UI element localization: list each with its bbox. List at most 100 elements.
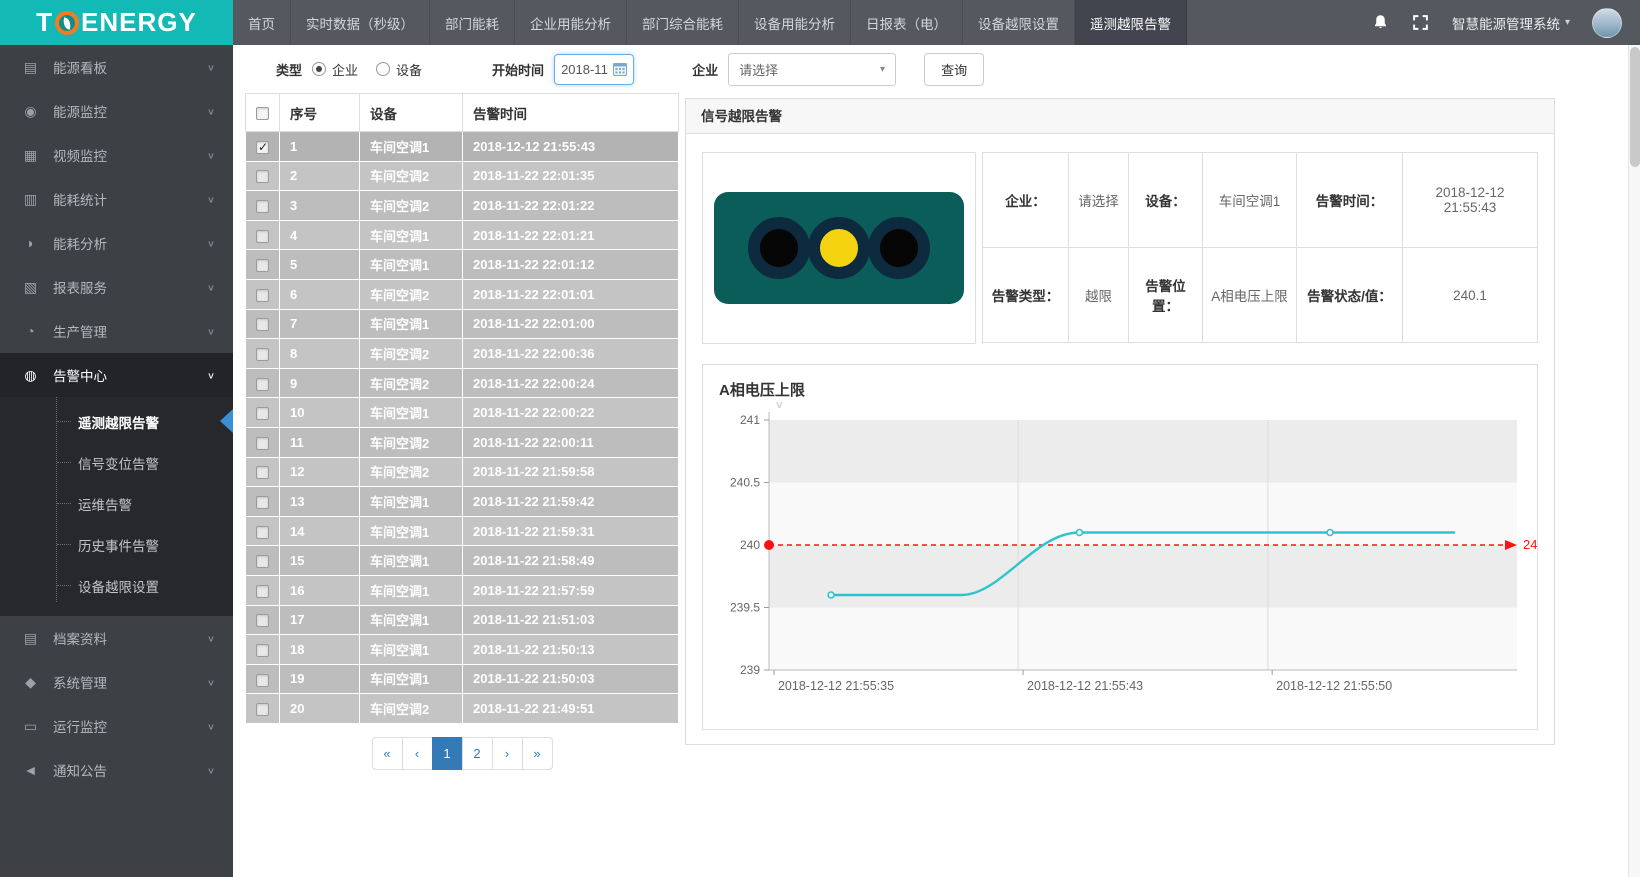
page-button-‹[interactable]: ‹ — [402, 737, 433, 770]
bell-icon[interactable] — [1372, 14, 1390, 32]
table-row[interactable]: 3车间空调22018-11-22 22:01:22 — [246, 191, 679, 221]
sidebar-item-能耗统计[interactable]: ▥能耗统计∨ — [0, 177, 233, 221]
table-row[interactable]: 5车间空调12018-11-22 22:01:12 — [246, 250, 679, 280]
table-row[interactable]: 9车间空调22018-11-22 22:00:24 — [246, 368, 679, 398]
type-radio-设备[interactable]: 设备 — [376, 60, 422, 79]
table-row[interactable]: 10车间空调12018-11-22 22:00:22 — [246, 398, 679, 428]
row-checkbox[interactable] — [256, 526, 269, 539]
sidebar-subitem-设备越限设置[interactable]: 设备越限设置 — [0, 565, 233, 606]
row-checkbox[interactable] — [256, 496, 269, 509]
table-row[interactable]: 11车间空调22018-11-22 22:00:11 — [246, 427, 679, 457]
table-row[interactable]: 15车间空调12018-11-22 21:58:49 — [246, 546, 679, 576]
page-button-1[interactable]: 1 — [432, 737, 463, 770]
nav-item-部门综合能耗[interactable]: 部门综合能耗 — [627, 0, 739, 45]
type-radio-企业[interactable]: 企业 — [312, 60, 358, 79]
row-checkbox[interactable] — [256, 585, 269, 598]
sidebar-subitem-运维告警[interactable]: 运维告警 — [0, 483, 233, 524]
nav-item-企业用能分析[interactable]: 企业用能分析 — [515, 0, 627, 45]
row-checkbox[interactable] — [256, 555, 269, 568]
table-row[interactable]: 13车间空调12018-11-22 21:59:42 — [246, 487, 679, 517]
row-checkbox[interactable] — [256, 674, 269, 687]
page-button-»[interactable]: » — [522, 737, 553, 770]
sidebar-item-报表服务[interactable]: ▧报表服务∨ — [0, 265, 233, 309]
user-avatar[interactable] — [1592, 8, 1622, 38]
query-button[interactable]: 查询 — [924, 53, 984, 86]
nav-item-首页[interactable]: 首页 — [233, 0, 291, 45]
row-checkbox[interactable] — [256, 644, 269, 657]
row-checkbox-checked[interactable] — [256, 141, 269, 154]
page-button-«[interactable]: « — [372, 737, 403, 770]
bell-icon: ◍ — [22, 367, 39, 384]
row-checkbox[interactable] — [256, 170, 269, 183]
row-checkbox[interactable] — [256, 200, 269, 213]
table-row[interactable]: 1车间空调12018-12-12 21:55:43 — [246, 132, 679, 162]
chevron-down-icon: ∨ — [207, 194, 215, 204]
chevron-down-icon: ∨ — [207, 326, 215, 336]
page-button-2[interactable]: 2 — [462, 737, 493, 770]
active-item-arrow-icon — [220, 409, 233, 433]
sidebar-item-运行监控[interactable]: ▭运行监控∨ — [0, 704, 233, 748]
sidebar-item-生产管理[interactable]: ◔生产管理∨ — [0, 309, 233, 353]
select-all-checkbox[interactable] — [256, 107, 269, 120]
row-checkbox[interactable] — [256, 259, 269, 272]
sidebar-item-能源看板[interactable]: ▤能源看板∨ — [0, 45, 233, 89]
nav-item-设备用能分析[interactable]: 设备用能分析 — [739, 0, 851, 45]
sidebar-subitem-遥测越限告警[interactable]: 遥测越限告警 — [0, 401, 233, 442]
row-device-cell: 车间空调1 — [360, 635, 463, 665]
chevron-down-icon: ∨ — [207, 106, 215, 116]
table-row[interactable]: 12车间空调22018-11-22 21:59:58 — [246, 457, 679, 487]
nav-item-设备越限设置[interactable]: 设备越限设置 — [963, 0, 1075, 45]
row-checkbox[interactable] — [256, 437, 269, 450]
table-row[interactable]: 2车间空调22018-11-22 22:01:35 — [246, 161, 679, 191]
table-row[interactable]: 14车间空调12018-11-22 21:59:31 — [246, 516, 679, 546]
sidebar-subitem-历史事件告警[interactable]: 历史事件告警 — [0, 524, 233, 565]
row-checkbox[interactable] — [256, 289, 269, 302]
scrollbar-thumb[interactable] — [1630, 47, 1640, 167]
nav-item-部门能耗[interactable]: 部门能耗 — [430, 0, 515, 45]
row-checkbox[interactable] — [256, 614, 269, 627]
sidebar-item-视频监控[interactable]: ▦视频监控∨ — [0, 133, 233, 177]
row-no-cell: 13 — [280, 487, 360, 517]
row-device-cell: 车间空调1 — [360, 250, 463, 280]
row-checkbox[interactable] — [256, 378, 269, 391]
sidebar-item-label: 系统管理 — [53, 672, 207, 692]
table-row[interactable]: 7车间空调12018-11-22 22:01:00 — [246, 309, 679, 339]
fullscreen-icon[interactable] — [1412, 14, 1430, 32]
page-button-›[interactable]: › — [492, 737, 523, 770]
table-row[interactable]: 6车间空调22018-11-22 22:01:01 — [246, 279, 679, 309]
row-checkbox[interactable] — [256, 348, 269, 361]
nav-item-实时数据（秒级）[interactable]: 实时数据（秒级） — [291, 0, 430, 45]
nav-item-遥测越限告警[interactable]: 遥测越限告警 — [1075, 0, 1187, 45]
calendar-icon[interactable] — [613, 62, 627, 76]
row-no-cell: 17 — [280, 605, 360, 635]
vertical-scrollbar — [1628, 45, 1640, 877]
sidebar-item-能源监控[interactable]: ◉能源监控∨ — [0, 89, 233, 133]
sidebar-item-通知公告[interactable]: ◄通知公告∨ — [0, 748, 233, 792]
nav-item-日报表（电）[interactable]: 日报表（电） — [851, 0, 963, 45]
row-checkbox[interactable] — [256, 703, 269, 716]
table-row[interactable]: 19车间空调12018-11-22 21:50:03 — [246, 664, 679, 694]
sidebar-item-系统管理[interactable]: ◆系统管理∨ — [0, 660, 233, 704]
sidebar-item-告警中心[interactable]: ◍告警中心∨ — [0, 353, 233, 397]
system-title-dropdown[interactable]: 智慧能源管理系统 ▾ — [1452, 13, 1570, 33]
row-checkbox[interactable] — [256, 466, 269, 479]
table-row[interactable]: 8车间空调22018-11-22 22:00:36 — [246, 339, 679, 369]
svg-text:239: 239 — [740, 663, 760, 677]
row-time-cell: 2018-11-22 21:51:03 — [463, 605, 679, 635]
row-checkbox[interactable] — [256, 318, 269, 331]
sidebar-item-能耗分析[interactable]: ◗能耗分析∨ — [0, 221, 233, 265]
table-row[interactable]: 18车间空调12018-11-22 21:50:13 — [246, 635, 679, 665]
table-row[interactable]: 4车间空调12018-11-22 22:01:21 — [246, 220, 679, 250]
row-checkbox[interactable] — [256, 407, 269, 420]
enterprise-select[interactable]: 请选择 ▾ — [728, 53, 896, 86]
table-row[interactable]: 16车间空调12018-11-22 21:57:59 — [246, 575, 679, 605]
row-checkbox[interactable] — [256, 230, 269, 243]
table-row[interactable]: 20车间空调22018-11-22 21:49:51 — [246, 694, 679, 724]
sidebar-subitem-信号变位告警[interactable]: 信号变位告警 — [0, 442, 233, 483]
sidebar-item-档案资料[interactable]: ▤档案资料∨ — [0, 616, 233, 660]
top-navigation: 首页实时数据（秒级）部门能耗企业用能分析部门综合能耗设备用能分析日报表（电）设备… — [233, 0, 1187, 45]
row-no-cell: 16 — [280, 575, 360, 605]
row-checkbox-cell — [246, 487, 280, 517]
start-time-input[interactable]: 2018-11 — [554, 54, 634, 85]
table-row[interactable]: 17车间空调12018-11-22 21:51:03 — [246, 605, 679, 635]
